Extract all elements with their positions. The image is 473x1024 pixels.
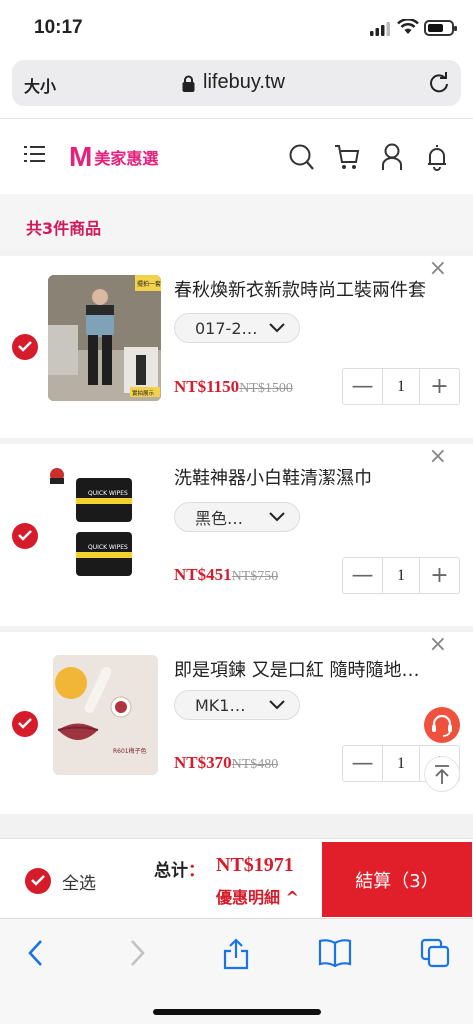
total-label: 总计： bbox=[154, 856, 205, 881]
headset-icon bbox=[432, 714, 452, 737]
lock-icon bbox=[182, 75, 195, 92]
user-icon[interactable] bbox=[381, 143, 403, 171]
cart-item: × 擺拍一套 實拍展示 春秋煥新衣新款時尚工裝兩件套 017-2… NT$115… bbox=[0, 256, 473, 438]
select-all-checkbox[interactable] bbox=[25, 868, 51, 894]
cart-icon[interactable] bbox=[334, 143, 360, 171]
shade-label: R601梅子色 bbox=[113, 747, 147, 755]
remove-item-button[interactable]: × bbox=[429, 634, 447, 656]
cart-item: × QUICK WIPES QUICK WIPES 洗鞋神器小白鞋清潔濕巾 黑色… bbox=[0, 444, 473, 626]
select-all-label[interactable]: 全选 bbox=[62, 869, 96, 894]
current-price: NT$370 bbox=[174, 753, 232, 772]
decrease-button[interactable]: — bbox=[343, 369, 382, 404]
decrease-button[interactable]: — bbox=[343, 558, 382, 593]
item-checkbox[interactable] bbox=[12, 523, 38, 549]
address-bar[interactable]: 大小 lifebuy.tw bbox=[12, 60, 461, 106]
increase-button[interactable]: + bbox=[420, 369, 459, 404]
original-price: NT$480 bbox=[231, 757, 279, 772]
product-photo: QUICK WIPES QUICK WIPES bbox=[50, 468, 132, 576]
site-logo[interactable]: M 美家惠選 bbox=[69, 143, 158, 171]
status-bar: 10:17 bbox=[0, 0, 473, 56]
bookmarks-icon[interactable] bbox=[318, 938, 352, 968]
total-colon: ： bbox=[188, 861, 205, 881]
total-label-text: 总计 bbox=[154, 861, 188, 881]
quantity-value[interactable]: 1 bbox=[382, 369, 420, 404]
cart-count-bar: 共3件商品 bbox=[0, 194, 473, 250]
bell-icon[interactable] bbox=[427, 143, 447, 171]
variant-select[interactable]: 017-2… bbox=[174, 313, 300, 343]
home-indicator bbox=[153, 1009, 321, 1015]
chevron-down-icon bbox=[269, 323, 285, 333]
pack-label-2: QUICK WIPES bbox=[88, 544, 128, 551]
original-price: NT$1500 bbox=[239, 381, 293, 396]
search-icon[interactable] bbox=[289, 143, 315, 171]
product-photo: 擺拍一套 實拍展示 bbox=[48, 275, 161, 401]
variant-label: MK1… bbox=[195, 695, 246, 715]
forward-icon[interactable] bbox=[127, 938, 147, 968]
variant-label: 017-2… bbox=[195, 318, 258, 338]
original-price: NT$750 bbox=[231, 569, 279, 584]
quantity-value[interactable]: 1 bbox=[382, 558, 420, 593]
badge-text: 擺拍一套 bbox=[137, 280, 161, 288]
total-value: NT$1971 bbox=[216, 854, 294, 876]
checkout-button[interactable]: 結算（3） bbox=[322, 842, 472, 917]
share-icon[interactable] bbox=[222, 938, 250, 970]
item-title[interactable]: 春秋煥新衣新款時尚工裝兩件套 bbox=[174, 276, 460, 302]
menu-icon[interactable] bbox=[24, 145, 46, 163]
logo-text: 美家惠選 bbox=[94, 149, 159, 168]
variant-select[interactable]: 黑色… bbox=[174, 502, 300, 532]
checkout-bar: 全选 总计： NT$1971 優惠明細 ^ 結算（3） bbox=[0, 838, 473, 918]
wifi-icon bbox=[397, 19, 419, 34]
quantity-stepper: — 1 + bbox=[342, 368, 460, 405]
chevron-down-icon bbox=[269, 512, 285, 522]
item-title[interactable]: 洗鞋神器小白鞋清潔濕巾 bbox=[174, 464, 460, 490]
reload-icon[interactable] bbox=[428, 72, 450, 94]
check-icon bbox=[18, 530, 32, 541]
item-checkbox[interactable] bbox=[12, 334, 38, 360]
discount-detail-link[interactable]: 優惠明細 ^ bbox=[216, 884, 299, 908]
item-price: NT$451NT$750 bbox=[174, 565, 278, 585]
product-image[interactable]: R601梅子色 bbox=[53, 655, 158, 775]
current-price: NT$451 bbox=[174, 565, 232, 584]
increase-button[interactable]: + bbox=[420, 558, 459, 593]
item-title[interactable]: 即是項鍊 又是口紅 隨時隨地… bbox=[174, 656, 460, 682]
product-image[interactable]: QUICK WIPES QUICK WIPES bbox=[48, 462, 161, 588]
check-icon bbox=[18, 341, 32, 352]
site-header: M 美家惠選 bbox=[0, 118, 473, 194]
tabs-icon[interactable] bbox=[420, 938, 450, 968]
cart-count: 共3件商品 bbox=[26, 219, 102, 238]
current-price: NT$1150 bbox=[174, 377, 240, 396]
quantity-value[interactable]: 1 bbox=[382, 746, 420, 781]
cart-item: × R601梅子色 即是項鍊 又是口紅 隨時隨地… MK1… NT$370NT$… bbox=[0, 632, 473, 814]
customer-service-button[interactable] bbox=[424, 707, 460, 743]
check-icon bbox=[18, 718, 32, 729]
badge-text-2: 實拍展示 bbox=[132, 389, 155, 397]
signal-icon bbox=[370, 22, 390, 36]
variant-select[interactable]: MK1… bbox=[174, 690, 300, 720]
battery-fill bbox=[428, 24, 443, 32]
item-price: NT$1150NT$1500 bbox=[174, 377, 293, 397]
quantity-stepper: — 1 + bbox=[342, 557, 460, 594]
check-icon bbox=[31, 875, 45, 886]
back-icon[interactable] bbox=[26, 938, 46, 968]
text-size-button[interactable]: 大小 bbox=[24, 73, 56, 97]
item-checkbox[interactable] bbox=[12, 711, 38, 737]
url-text: lifebuy.tw bbox=[203, 71, 285, 93]
arrow-up-icon bbox=[435, 765, 449, 784]
status-time: 10:17 bbox=[34, 17, 83, 38]
chevron-down-icon bbox=[269, 700, 285, 710]
product-photo: R601梅子色 bbox=[53, 655, 158, 775]
logo-mark: M bbox=[69, 141, 93, 172]
variant-label: 黑色… bbox=[195, 509, 244, 528]
browser-address-area: 大小 lifebuy.tw bbox=[0, 56, 473, 118]
pack-label: QUICK WIPES bbox=[88, 490, 128, 497]
decrease-button[interactable]: — bbox=[343, 746, 382, 781]
battery-icon bbox=[424, 20, 457, 36]
item-price: NT$370NT$480 bbox=[174, 753, 278, 773]
back-to-top-button[interactable] bbox=[424, 756, 460, 792]
product-image[interactable]: 擺拍一套 實拍展示 bbox=[48, 275, 161, 401]
